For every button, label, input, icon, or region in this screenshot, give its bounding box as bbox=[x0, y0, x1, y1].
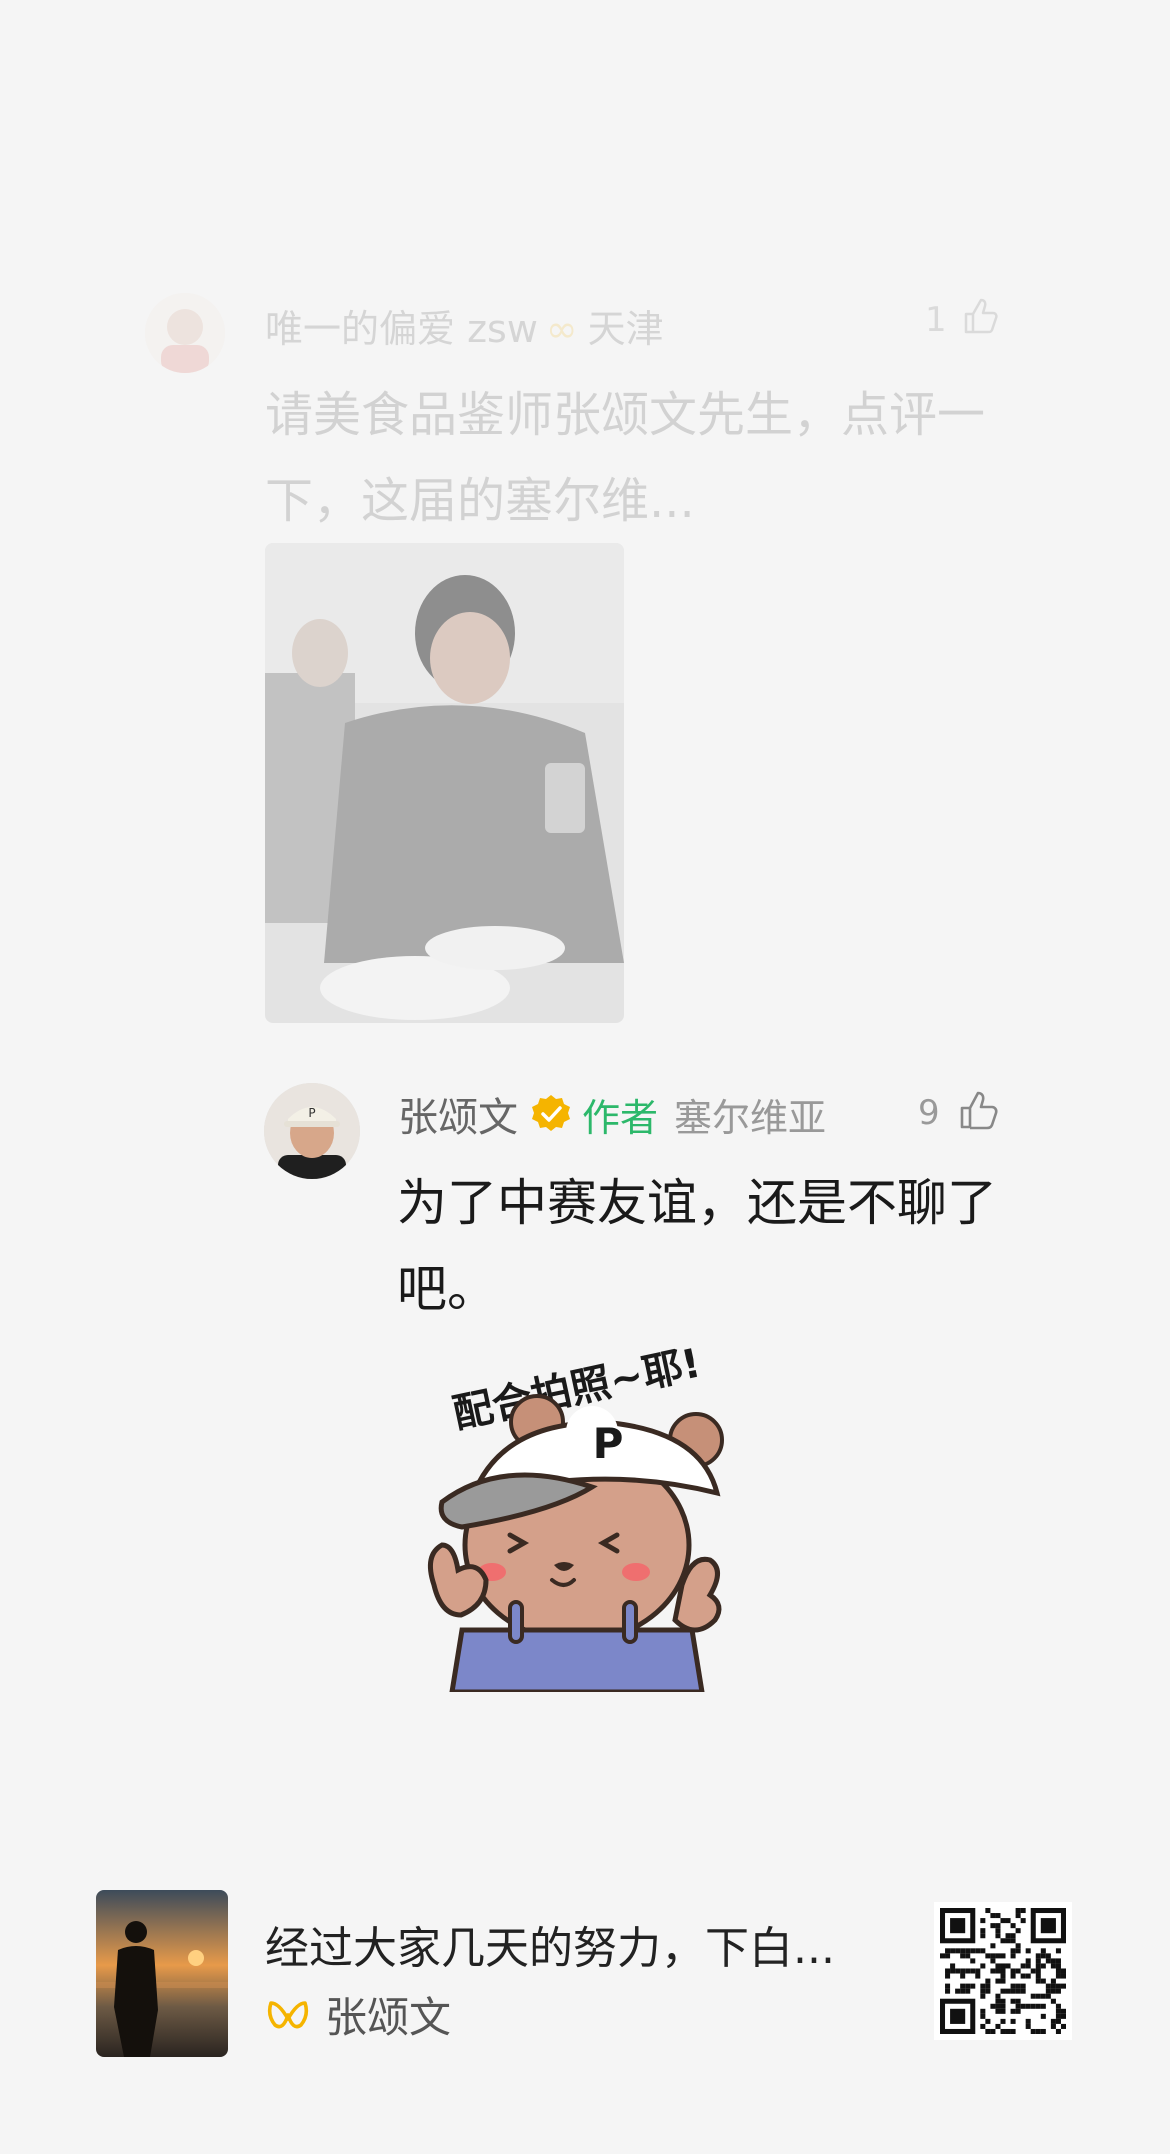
post-title[interactable]: 经过大家几天的努力，下白... bbox=[265, 1912, 835, 1976]
author-username[interactable]: 张颂文 bbox=[398, 1085, 518, 1143]
parent-comment-photo[interactable] bbox=[265, 543, 624, 1023]
parent-badge-text: 天津 bbox=[587, 307, 664, 351]
weibo-logo-icon bbox=[267, 2000, 309, 2028]
reply-header: 张颂文 作者 塞尔维亚 bbox=[398, 1087, 826, 1141]
svg-text:P: P bbox=[308, 1106, 315, 1120]
post-author[interactable]: 张颂文 bbox=[325, 1984, 451, 2045]
cap-letter: P bbox=[593, 1419, 624, 1468]
post-thumbnail[interactable] bbox=[96, 1890, 228, 2057]
parent-username-row: 唯一的偏爱 zsw ∞ 天津 bbox=[265, 298, 664, 353]
share-card[interactable]: 经过大家几天的努力，下白... 张颂文 bbox=[0, 1860, 1170, 2060]
post-author-row[interactable]: 张颂文 bbox=[265, 1984, 451, 2045]
reply-text[interactable]: 为了中赛友谊，还是不聊了吧。 bbox=[397, 1160, 997, 1332]
qr-code[interactable] bbox=[934, 1902, 1072, 2040]
reply-like-count: 9 bbox=[918, 1093, 940, 1133]
thumbs-up-icon[interactable] bbox=[957, 1089, 999, 1131]
parent-like-count: 1 bbox=[925, 300, 947, 340]
verified-badge-icon bbox=[532, 1095, 570, 1131]
parent-comment-text[interactable]: 请美食品鉴师张颂文先生，点评一下，这届的塞尔维... bbox=[265, 372, 995, 544]
location-label: 塞尔维亚 bbox=[674, 1095, 827, 1140]
parent-avatar[interactable] bbox=[145, 293, 225, 373]
bear-sticker[interactable]: 配合拍照~耶! P bbox=[412, 1340, 742, 1692]
infinity-badge-icon: ∞ bbox=[545, 307, 578, 351]
parent-username[interactable]: 唯一的偏爱 zsw bbox=[265, 307, 538, 351]
author-avatar[interactable]: P bbox=[264, 1083, 360, 1179]
author-tag: 作者 bbox=[582, 1095, 659, 1140]
thumbs-up-icon[interactable] bbox=[960, 296, 1000, 336]
